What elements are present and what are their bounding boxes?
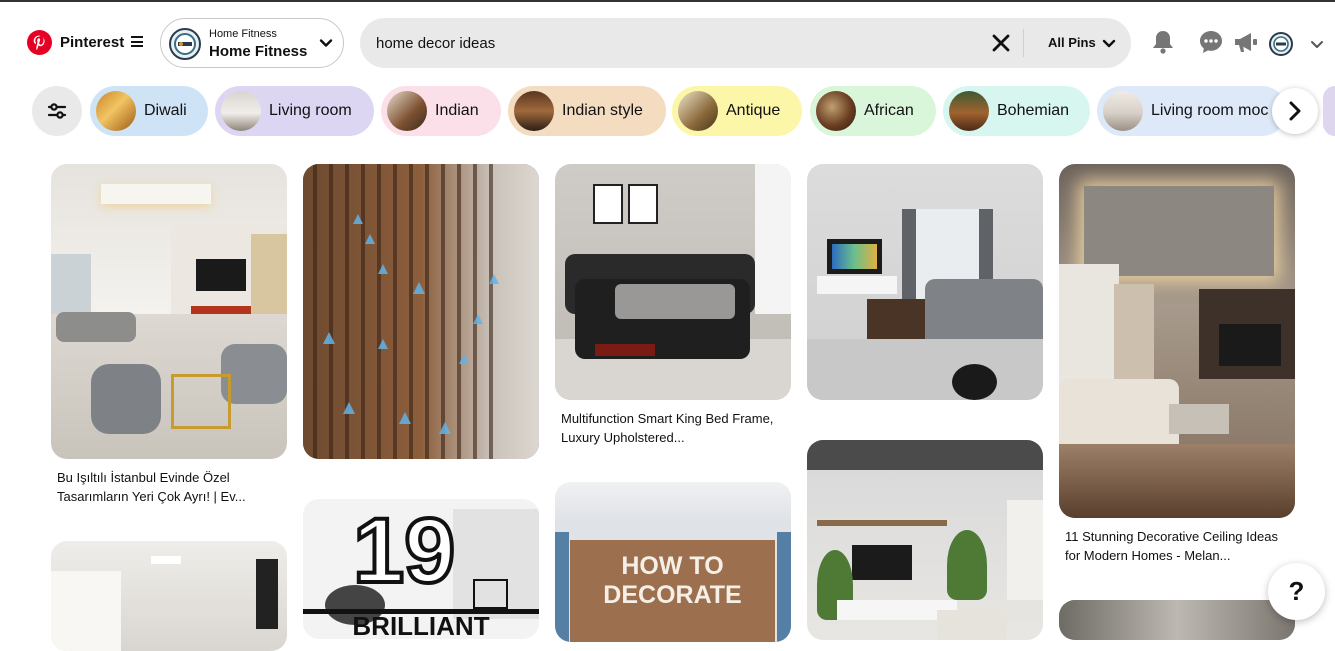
chip-label: Bohemian <box>997 102 1070 119</box>
chip-thumbnail <box>221 91 261 131</box>
pin-caption[interactable]: Multifunction Smart King Bed Frame, Luxu… <box>561 409 786 447</box>
pin-image[interactable] <box>303 164 539 459</box>
chip-label: Indian <box>435 102 479 119</box>
avatar[interactable] <box>1269 32 1293 56</box>
search-input[interactable] <box>376 31 976 55</box>
board-avatar <box>169 28 201 60</box>
chip-partial <box>1323 86 1335 136</box>
menu-icon[interactable] <box>131 36 143 47</box>
chip-diwali[interactable]: Diwali <box>90 86 208 136</box>
chip-living-room-modern[interactable]: Living room moc <box>1097 86 1287 136</box>
brand-name[interactable]: Pinterest <box>60 34 124 51</box>
pin-image[interactable]: 19 BRILLIANT <box>303 499 539 639</box>
pin-image[interactable]: HOW TO DECORATE <box>555 482 791 642</box>
chevron-down-icon <box>319 39 333 47</box>
chip-thumbnail <box>678 91 718 131</box>
chip-thumbnail <box>816 91 856 131</box>
chevron-down-icon[interactable] <box>1102 38 1116 50</box>
search-scope-select[interactable]: All Pins <box>1048 35 1096 50</box>
pinterest-logo-icon[interactable] <box>27 30 52 55</box>
pin-caption[interactable]: Bu Işıltılı İstanbul Evinde Özel Tasarım… <box>57 468 282 506</box>
chat-icon[interactable] <box>1199 30 1223 54</box>
chip-antique[interactable]: Antique <box>672 86 802 136</box>
pin-image[interactable] <box>51 541 287 651</box>
bell-icon[interactable] <box>1152 30 1174 54</box>
search-bar: All Pins <box>360 18 1131 68</box>
pin-image[interactable] <box>51 164 287 459</box>
megaphone-icon[interactable] <box>1233 30 1259 54</box>
chip-living-room[interactable]: Living room <box>215 86 374 136</box>
chip-label: Living room <box>269 102 352 119</box>
chip-indian-style[interactable]: Indian style <box>508 86 666 136</box>
pin-overlay-title: BRILLIANT <box>352 611 490 639</box>
chevron-down-icon[interactable] <box>1310 40 1324 50</box>
pin-image[interactable] <box>555 164 791 400</box>
pin-caption[interactable]: 11 Stunning Decorative Ceiling Ideas for… <box>1065 527 1290 565</box>
board-switcher-name: Home Fitness <box>209 43 308 60</box>
pin-overlay-title: HOW TO <box>621 552 724 580</box>
help-button[interactable]: ? <box>1268 563 1325 620</box>
chip-label: Living room moc <box>1151 102 1269 119</box>
pin-overlay-number: 19 <box>351 500 457 602</box>
chip-indian[interactable]: Indian <box>381 86 501 136</box>
header: Pinterest Home Fitness Home Fitness All … <box>0 2 1335 82</box>
chip-thumbnail <box>96 91 136 131</box>
clear-icon[interactable] <box>991 33 1011 53</box>
search-divider <box>1023 29 1024 57</box>
chip-label: Indian style <box>562 102 643 119</box>
board-switcher-label: Home Fitness <box>209 28 277 40</box>
chip-african[interactable]: African <box>810 86 936 136</box>
pin-image[interactable] <box>1059 600 1295 640</box>
board-switcher[interactable]: Home Fitness Home Fitness <box>160 18 344 68</box>
pin-image[interactable] <box>807 164 1043 400</box>
filters-button[interactable] <box>32 86 82 136</box>
sliders-icon <box>47 103 67 119</box>
chip-bohemian[interactable]: Bohemian <box>943 86 1090 136</box>
pin-overlay-subtitle: DECORATE <box>603 581 742 609</box>
chip-thumbnail <box>949 91 989 131</box>
chevron-right-icon <box>1289 101 1301 121</box>
chips-next-button[interactable] <box>1272 88 1318 134</box>
pin-image[interactable] <box>1059 164 1295 518</box>
chip-label: African <box>864 102 914 119</box>
chip-label: Antique <box>726 102 781 119</box>
chip-thumbnail <box>514 91 554 131</box>
chip-thumbnail <box>387 91 427 131</box>
pin-image[interactable] <box>807 440 1043 640</box>
chip-thumbnail <box>1103 91 1143 131</box>
chip-label: Diwali <box>144 102 187 119</box>
